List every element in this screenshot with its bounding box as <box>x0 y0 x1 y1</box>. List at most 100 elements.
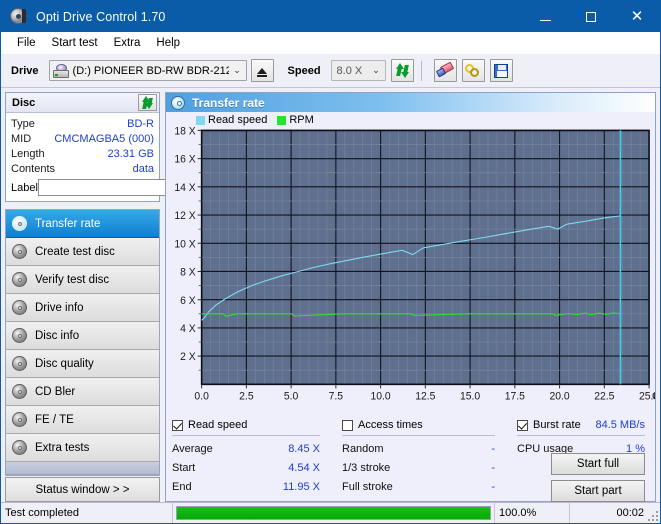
resize-grip-icon[interactable] <box>646 509 658 521</box>
disc-panel-title: Disc <box>12 97 35 109</box>
erase-button[interactable] <box>434 59 457 82</box>
transfer-rate-chart[interactable]: Read speed RPM 2 X4 X6 X8 X10 X12 X14 X1… <box>166 112 655 413</box>
disc-row-length: Length 23.31 GB <box>11 146 154 161</box>
refresh-icon <box>141 96 154 109</box>
svg-text:7.5: 7.5 <box>329 391 344 403</box>
access-times-checkbox[interactable] <box>342 420 353 431</box>
disc-icon <box>12 440 28 456</box>
eraser-icon <box>437 64 453 77</box>
svg-text:2.5: 2.5 <box>239 391 254 403</box>
legend-swatch-rpm <box>277 116 286 125</box>
transfer-rate-panel: Transfer rate Read speed RPM 2 X4 X6 X8 … <box>165 92 656 502</box>
legend-swatch-read-speed <box>196 116 205 125</box>
menu-item-file[interactable]: File <box>9 35 44 51</box>
sidebar-item-fe-te[interactable]: FE / TE <box>6 406 159 434</box>
drive-icon <box>53 64 69 78</box>
start-part-button[interactable]: Start part <box>551 480 645 502</box>
disc-row-type-key: Type <box>11 118 35 130</box>
disc-icon <box>12 412 28 428</box>
sidebar-item-create-test-disc[interactable]: Create test disc <box>6 238 159 266</box>
progress-bar-fill <box>177 507 490 519</box>
sidebar-item-verify-test-disc[interactable]: Verify test disc <box>6 266 159 294</box>
stat-full-stroke-key: Full stroke <box>342 481 393 493</box>
disc-icon <box>12 384 28 400</box>
save-icon <box>494 64 508 78</box>
svg-text:GB: GB <box>652 391 655 403</box>
save-button[interactable] <box>490 59 513 82</box>
read-speed-checkbox[interactable] <box>172 420 183 431</box>
access-times-stats: Access times Random - 1/3 stroke - <box>342 417 517 496</box>
disc-row-length-value: 23.31 GB <box>108 148 154 160</box>
maximize-button[interactable] <box>568 1 614 32</box>
access-times-checkbox-row[interactable]: Access times <box>342 417 517 433</box>
read-speed-checkbox-row[interactable]: Read speed <box>172 417 342 433</box>
stats-section: Read speed Average 8.45 X Start 4.54 X <box>166 413 655 501</box>
close-button[interactable]: ✕ <box>614 1 660 32</box>
sidebar-item-cd-bler[interactable]: CD Bler <box>6 378 159 406</box>
sidebar-item-label: Create test disc <box>35 246 115 258</box>
stat-start-value: 4.54 X <box>288 462 320 474</box>
menu-item-extra[interactable]: Extra <box>106 35 149 51</box>
stat-start-key: Start <box>172 462 195 474</box>
divider <box>517 435 645 436</box>
svg-text:8 X: 8 X <box>180 266 196 278</box>
svg-text:12.5: 12.5 <box>415 391 435 403</box>
eject-button[interactable] <box>251 59 274 82</box>
status-window-button[interactable]: Status window > > <box>5 477 160 502</box>
svg-text:22.5: 22.5 <box>594 391 614 403</box>
stat-average: Average 8.45 X <box>172 439 342 458</box>
sidebar-item-label: Transfer rate <box>35 218 100 230</box>
disc-row-type-value: BD-R <box>127 118 154 130</box>
sidebar-item-transfer-rate[interactable]: Transfer rate <box>6 210 159 238</box>
disc-row-mid-key: MID <box>11 133 31 145</box>
window-controls: ✕ <box>522 1 660 32</box>
burst-rate-checkbox-label: Burst rate <box>533 419 581 431</box>
sidebar: Disc Type BD-R MID CMCMAGBA5 (000) <box>5 92 160 502</box>
stat-random-key: Random <box>342 443 384 455</box>
disc-row-mid: MID CMCMAGBA5 (000) <box>11 131 154 146</box>
burst-rate-checkbox-row[interactable]: Burst rate 84.5 MB/s <box>517 417 649 433</box>
divider <box>342 435 495 436</box>
stat-full-stroke-value: - <box>491 481 495 493</box>
stat-third-stroke-value: - <box>491 462 495 474</box>
drive-select-value: (D:) PIONEER BD-RW BDR-212D 1.00 <box>73 65 229 77</box>
sidebar-item-extra-tests[interactable]: Extra tests <box>6 434 159 462</box>
burst-rate-checkbox[interactable] <box>517 420 528 431</box>
disc-icon <box>171 96 185 110</box>
sidebar-item-label: Disc quality <box>35 358 94 370</box>
stat-end: End 11.95 X <box>172 477 342 496</box>
svg-text:15.0: 15.0 <box>460 391 480 403</box>
sidebar-item-label: Verify test disc <box>35 274 109 286</box>
svg-text:0.0: 0.0 <box>194 391 209 403</box>
sidebar-spacer <box>6 462 159 475</box>
sidebar-item-drive-info[interactable]: Drive info <box>6 294 159 322</box>
drive-select[interactable]: (D:) PIONEER BD-RW BDR-212D 1.00 ⌄ <box>49 60 247 81</box>
speed-select[interactable]: 8.0 X ⌄ <box>331 60 386 81</box>
sidebar-item-disc-quality[interactable]: Disc quality <box>6 350 159 378</box>
menu-item-help[interactable]: Help <box>148 35 188 51</box>
svg-text:12 X: 12 X <box>174 210 195 222</box>
sidebar-item-disc-info[interactable]: Disc info <box>6 322 159 350</box>
svg-text:14 X: 14 X <box>174 182 195 194</box>
progress-percent: 100.0% <box>495 503 570 523</box>
disc-refresh-button[interactable] <box>138 94 157 111</box>
disc-panel-header: Disc <box>6 93 159 113</box>
start-full-button[interactable]: Start full <box>551 453 645 475</box>
close-icon: ✕ <box>631 9 644 24</box>
status-bar: Test completed 100.0% 00:02 <box>1 502 660 523</box>
svg-text:16 X: 16 X <box>174 154 195 166</box>
action-buttons: Start full Start part <box>551 453 645 502</box>
chart-legend: Read speed RPM <box>196 114 324 126</box>
disc-row-mid-value: CMCMAGBA5 (000) <box>54 133 154 145</box>
toolbar-divider <box>421 61 422 81</box>
refresh-button[interactable] <box>391 59 414 82</box>
disc-icon <box>12 216 28 232</box>
disc-info-rows: Type BD-R MID CMCMAGBA5 (000) Length 23.… <box>6 113 159 201</box>
menu-item-start-test[interactable]: Start test <box>44 35 106 51</box>
disc-icon <box>12 272 28 288</box>
disc-icon <box>12 244 28 260</box>
minimize-button[interactable] <box>522 1 568 32</box>
chain-button[interactable] <box>462 59 485 82</box>
svg-text:20.0: 20.0 <box>549 391 569 403</box>
progress-cell <box>173 503 495 523</box>
